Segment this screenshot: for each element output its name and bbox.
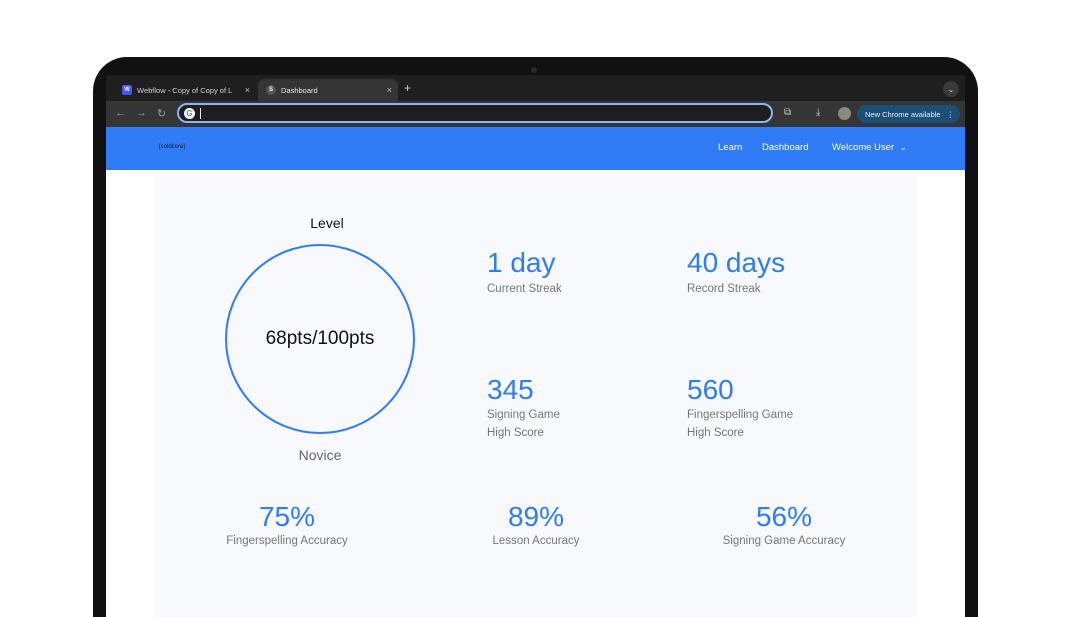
label-line: High Score — [487, 427, 544, 439]
stats-card: Level 68pts/100pts Novice 1 day Current … — [154, 176, 917, 617]
close-icon[interactable]: × — [245, 85, 250, 95]
site-favicon-icon: S — [266, 85, 276, 95]
site-logo[interactable]: [soldcore] — [159, 144, 185, 150]
signing-high-score-value: 345 — [487, 374, 534, 405]
close-icon[interactable]: × — [387, 85, 392, 95]
chevron-down-icon: ⌄ — [899, 143, 907, 152]
nav-learn-link[interactable]: Learn — [718, 142, 742, 153]
label-line: High Score — [687, 427, 744, 439]
extensions-puzzle-icon[interactable]: ⧉ — [784, 107, 791, 118]
level-progress-ring: 68pts/100pts — [225, 244, 415, 434]
browser-toolbar: ← → ↻ G ⧉ ⤓ New Chrome available ⋮ — [106, 101, 965, 127]
nav-dashboard-link[interactable]: Dashboard — [762, 142, 808, 153]
signing-high-score-label: Signing Game High Score — [487, 406, 560, 442]
back-arrow-icon[interactable]: ← — [115, 107, 126, 119]
chrome-update-button[interactable]: New Chrome available ⋮ — [857, 105, 960, 123]
tab-search-chevron-icon[interactable]: ⌄ — [943, 81, 959, 97]
dashboard-page: [soldcore] Learn Dashboard Welcome User … — [106, 127, 965, 617]
label-line: Fingerspelling Game — [687, 409, 794, 421]
lesson-accuracy-value: 89% — [507, 501, 565, 532]
fingerspelling-high-score-value: 560 — [687, 374, 734, 405]
current-streak-value: 1 day — [487, 247, 556, 278]
record-streak-value: 40 days — [687, 247, 786, 278]
laptop-frame: W Webflow - Copy of Copy of L × S Dashbo… — [93, 57, 978, 617]
label-line: Signing Game — [487, 409, 560, 421]
update-label: New Chrome available — [865, 109, 941, 119]
forward-arrow-icon[interactable]: → — [136, 107, 147, 119]
address-bar[interactable]: G — [177, 103, 773, 123]
camera-dot — [531, 67, 537, 73]
tab-dashboard[interactable]: S Dashboard × — [258, 79, 398, 101]
signing-accuracy-label: Signing Game Accuracy — [722, 535, 846, 547]
site-navbar: [soldcore] Learn Dashboard Welcome User … — [106, 127, 965, 170]
reload-icon[interactable]: ↻ — [157, 107, 166, 120]
fingerspelling-high-score-label: Fingerspelling Game High Score — [687, 406, 793, 442]
fingerspelling-accuracy-label: Fingerspelling Accuracy — [226, 535, 348, 547]
webflow-favicon-icon: W — [122, 85, 132, 95]
browser-window: W Webflow - Copy of Copy of L × S Dashbo… — [106, 75, 965, 617]
google-icon: G — [184, 108, 195, 119]
record-streak-label: Record Streak — [687, 283, 761, 295]
welcome-label: Welcome User — [832, 142, 895, 153]
tab-webflow[interactable]: W Webflow - Copy of Copy of L × — [114, 79, 256, 101]
download-icon[interactable]: ⤓ — [816, 107, 820, 118]
level-title: Level — [310, 215, 344, 231]
tab-strip: W Webflow - Copy of Copy of L × S Dashbo… — [106, 75, 965, 101]
level-rank: Novice — [298, 447, 342, 463]
current-streak-label: Current Streak — [487, 283, 562, 295]
fingerspelling-accuracy-value: 75% — [258, 501, 316, 532]
profile-avatar[interactable] — [838, 107, 851, 120]
signing-accuracy-value: 56% — [755, 501, 813, 532]
new-tab-button[interactable]: + — [404, 81, 411, 95]
lesson-accuracy-label: Lesson Accuracy — [492, 535, 580, 547]
tab-title: Webflow - Copy of Copy of L — [137, 85, 233, 95]
tab-title: Dashboard — [281, 85, 318, 95]
welcome-user-dropdown[interactable]: Welcome User ⌄ — [832, 142, 906, 153]
more-menu-icon[interactable]: ⋮ — [946, 110, 954, 119]
level-points: 68pts/100pts — [265, 328, 375, 349]
text-caret — [200, 108, 201, 119]
